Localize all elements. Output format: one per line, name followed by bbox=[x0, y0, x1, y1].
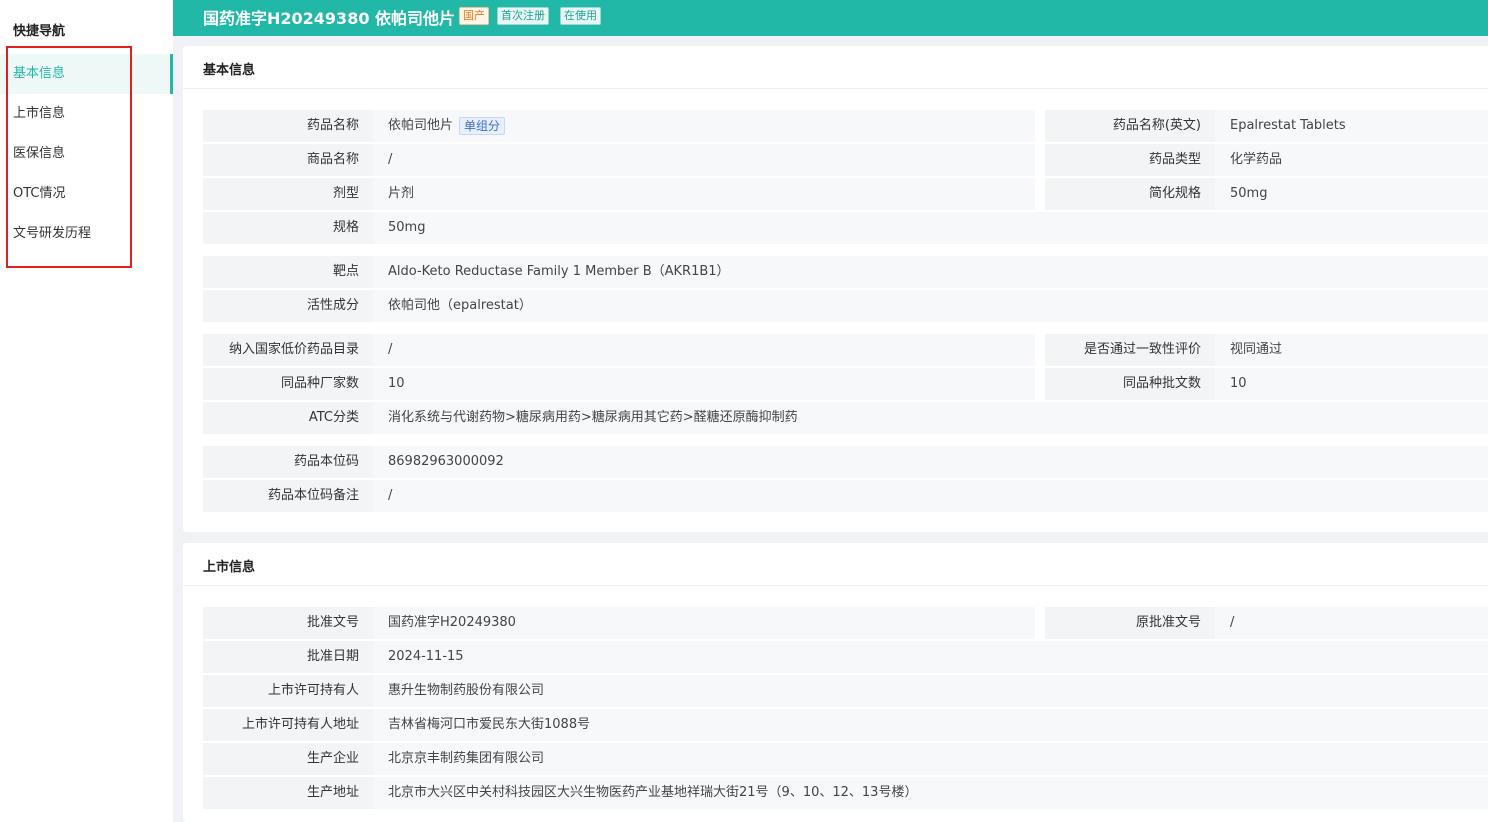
approval-count-label: 同品种批文数 bbox=[1045, 368, 1215, 400]
drug-name-en-label: 药品名称(英文) bbox=[1045, 110, 1215, 142]
divider bbox=[183, 88, 1488, 89]
consistency-eval-value: 视同通过 bbox=[1215, 334, 1488, 366]
drug-type-label: 药品类型 bbox=[1045, 144, 1215, 176]
mah-label: 上市许可持有人 bbox=[203, 675, 373, 707]
dosage-form-label: 剂型 bbox=[203, 178, 373, 210]
single-component-badge: 单组分 bbox=[459, 116, 506, 135]
tag-first-registration: 首次注册 bbox=[497, 7, 549, 25]
drug-code-note-value: / bbox=[373, 480, 1488, 512]
active-ingredient-label: 活性成分 bbox=[203, 290, 373, 322]
sidebar-title: 快捷导航 bbox=[13, 24, 66, 39]
approval-count-value: 10 bbox=[1215, 368, 1488, 400]
simple-spec-label: 简化规格 bbox=[1045, 178, 1215, 210]
atc-label: ATC分类 bbox=[203, 402, 373, 434]
drug-code-note-label: 药品本位码备注 bbox=[203, 480, 373, 512]
manufacturer-count-value: 10 bbox=[373, 368, 1035, 400]
drug-name-label: 药品名称 bbox=[203, 110, 373, 142]
nav-item-medical-insurance[interactable]: 医保信息 bbox=[0, 134, 173, 174]
nav-item-otc[interactable]: OTC情况 bbox=[0, 174, 173, 214]
drug-name-value: 依帕司他片 单组分 bbox=[373, 110, 1035, 142]
mah-value: 惠升生物制药股份有限公司 bbox=[373, 675, 1488, 707]
trade-name-value: / bbox=[373, 144, 1035, 176]
active-ingredient-value: 依帕司他（epalrestat） bbox=[373, 290, 1488, 322]
nav-item-basic-info[interactable]: 基本信息 bbox=[0, 54, 173, 94]
low-price-catalog-value: / bbox=[373, 334, 1035, 366]
approval-no-label: 批准文号 bbox=[203, 607, 373, 639]
market-info-title: 上市信息 bbox=[203, 560, 256, 575]
drug-header: 国药准字H20249380 依帕司他片 国产 首次注册 在使用 bbox=[173, 0, 1488, 36]
consistency-eval-label: 是否通过一致性评价 bbox=[1045, 334, 1215, 366]
nav-item-market-info[interactable]: 上市信息 bbox=[0, 94, 173, 134]
quick-nav-sidebar: 快捷导航 基本信息 上市信息 医保信息 OTC情况 文号研发历程 bbox=[0, 0, 173, 822]
drug-title: 国药准字H20249380 依帕司他片 bbox=[203, 9, 456, 28]
tag-domestic: 国产 bbox=[459, 7, 489, 25]
approval-no-value: 国药准字H20249380 bbox=[373, 607, 1035, 639]
mah-address-label: 上市许可持有人地址 bbox=[203, 709, 373, 741]
spec-label: 规格 bbox=[203, 212, 373, 244]
basic-info-card: 基本信息 药品名称 依帕司他片 单组分 药品名称(英文) Epalrestat T… bbox=[183, 46, 1488, 532]
manufacturing-address-label: 生产地址 bbox=[203, 777, 373, 809]
divider bbox=[183, 585, 1488, 586]
target-value: Aldo-Keto Reductase Family 1 Member B（AK… bbox=[373, 256, 1488, 288]
spec-value: 50mg bbox=[373, 212, 1488, 244]
orig-approval-no-value: / bbox=[1215, 607, 1488, 639]
simple-spec-value: 50mg bbox=[1215, 178, 1488, 210]
manufacturer-value: 北京京丰制药集团有限公司 bbox=[373, 743, 1488, 775]
drug-type-value: 化学药品 bbox=[1215, 144, 1488, 176]
manufacturing-address-value: 北京市大兴区中关村科技园区大兴生物医药产业基地祥瑞大街21号（9、10、12、1… bbox=[373, 777, 1488, 809]
mah-address-value: 吉林省梅河口市爱民东大街1088号 bbox=[373, 709, 1488, 741]
manufacturer-label: 生产企业 bbox=[203, 743, 373, 775]
nav-item-approval-history[interactable]: 文号研发历程 bbox=[0, 214, 173, 254]
trade-name-label: 商品名称 bbox=[203, 144, 373, 176]
atc-value: 消化系统与代谢药物>糖尿病用药>糖尿病用其它药>醛糖还原酶抑制药 bbox=[373, 402, 1488, 434]
dosage-form-value: 片剂 bbox=[373, 178, 1035, 210]
drug-name-text: 依帕司他片 bbox=[388, 118, 454, 133]
drug-code-label: 药品本位码 bbox=[203, 446, 373, 478]
basic-info-title: 基本信息 bbox=[203, 63, 256, 78]
target-label: 靶点 bbox=[203, 256, 373, 288]
approval-date-label: 批准日期 bbox=[203, 641, 373, 673]
market-info-card: 上市信息 批准文号 国药准字H20249380 原批准文号 / 批准日期 202… bbox=[183, 543, 1488, 822]
drug-code-value: 86982963000092 bbox=[373, 446, 1488, 478]
orig-approval-no-label: 原批准文号 bbox=[1045, 607, 1215, 639]
drug-name-en-value: Epalrestat Tablets bbox=[1215, 110, 1488, 142]
manufacturer-count-label: 同品种厂家数 bbox=[203, 368, 373, 400]
approval-date-value: 2024-11-15 bbox=[373, 641, 1488, 673]
low-price-catalog-label: 纳入国家低价药品目录 bbox=[203, 334, 373, 366]
tag-in-use: 在使用 bbox=[560, 7, 601, 25]
